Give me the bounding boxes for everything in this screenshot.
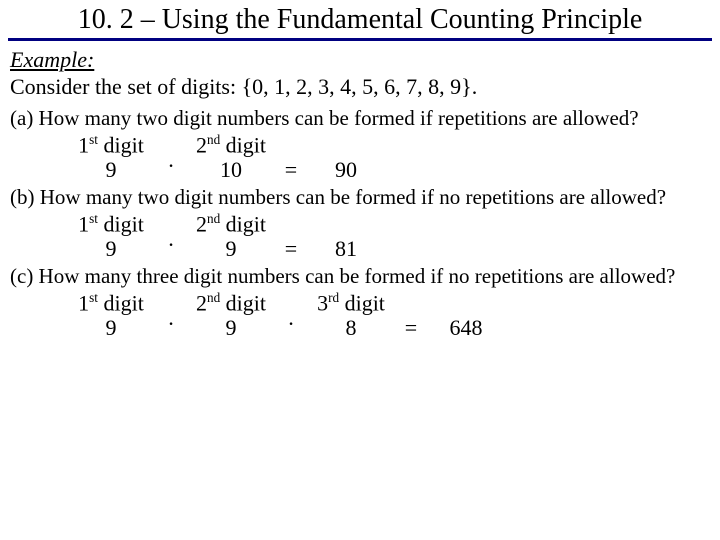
example-label: Example:	[10, 47, 710, 72]
a-op1: ·	[156, 153, 186, 178]
title-underline	[8, 38, 712, 41]
a-v2: 10	[186, 157, 276, 182]
consider-text: Consider the set of digits: {0, 1, 2, 3,…	[10, 74, 710, 99]
c-v2: 9	[186, 315, 276, 340]
label-1st-digit: 1st digit	[66, 290, 156, 316]
work-b-values: 9 · 9 = 81	[66, 236, 710, 261]
c-ans: 648	[426, 315, 506, 340]
label-2nd-digit: 2nd digit	[186, 132, 276, 158]
work-a: 1st digit 2nd digit 9 · 10 = 90	[66, 132, 710, 183]
question-b: (b) How many two digit numbers can be fo…	[10, 185, 710, 209]
a-v1: 9	[66, 157, 156, 182]
question-c: (c) How many three digit numbers can be …	[10, 264, 710, 288]
a-ans: 90	[306, 157, 386, 182]
c-op1: ·	[156, 311, 186, 336]
slide-title: 10. 2 – Using the Fundamental Counting P…	[0, 0, 720, 38]
b-eq: =	[276, 236, 306, 261]
b-v2: 9	[186, 236, 276, 261]
label-2nd-digit: 2nd digit	[186, 211, 276, 237]
question-a: (a) How many two digit numbers can be fo…	[10, 106, 710, 130]
work-c: 1st digit 2nd digit 3rd digit 9 · 9 · 8 …	[66, 290, 710, 341]
label-2nd-digit: 2nd digit	[186, 290, 276, 316]
b-op1: ·	[156, 232, 186, 257]
label-3rd-digit: 3rd digit	[306, 290, 396, 316]
slide-content: Example: Consider the set of digits: {0,…	[0, 45, 720, 341]
b-ans: 81	[306, 236, 386, 261]
work-c-values: 9 · 9 · 8 = 648	[66, 315, 710, 340]
c-op2: ·	[276, 311, 306, 336]
label-1st-digit: 1st digit	[66, 211, 156, 237]
work-a-values: 9 · 10 = 90	[66, 157, 710, 182]
label-1st-digit: 1st digit	[66, 132, 156, 158]
a-eq: =	[276, 157, 306, 182]
c-v3: 8	[306, 315, 396, 340]
work-b: 1st digit 2nd digit 9 · 9 = 81	[66, 211, 710, 262]
c-eq: =	[396, 315, 426, 340]
b-v1: 9	[66, 236, 156, 261]
c-v1: 9	[66, 315, 156, 340]
